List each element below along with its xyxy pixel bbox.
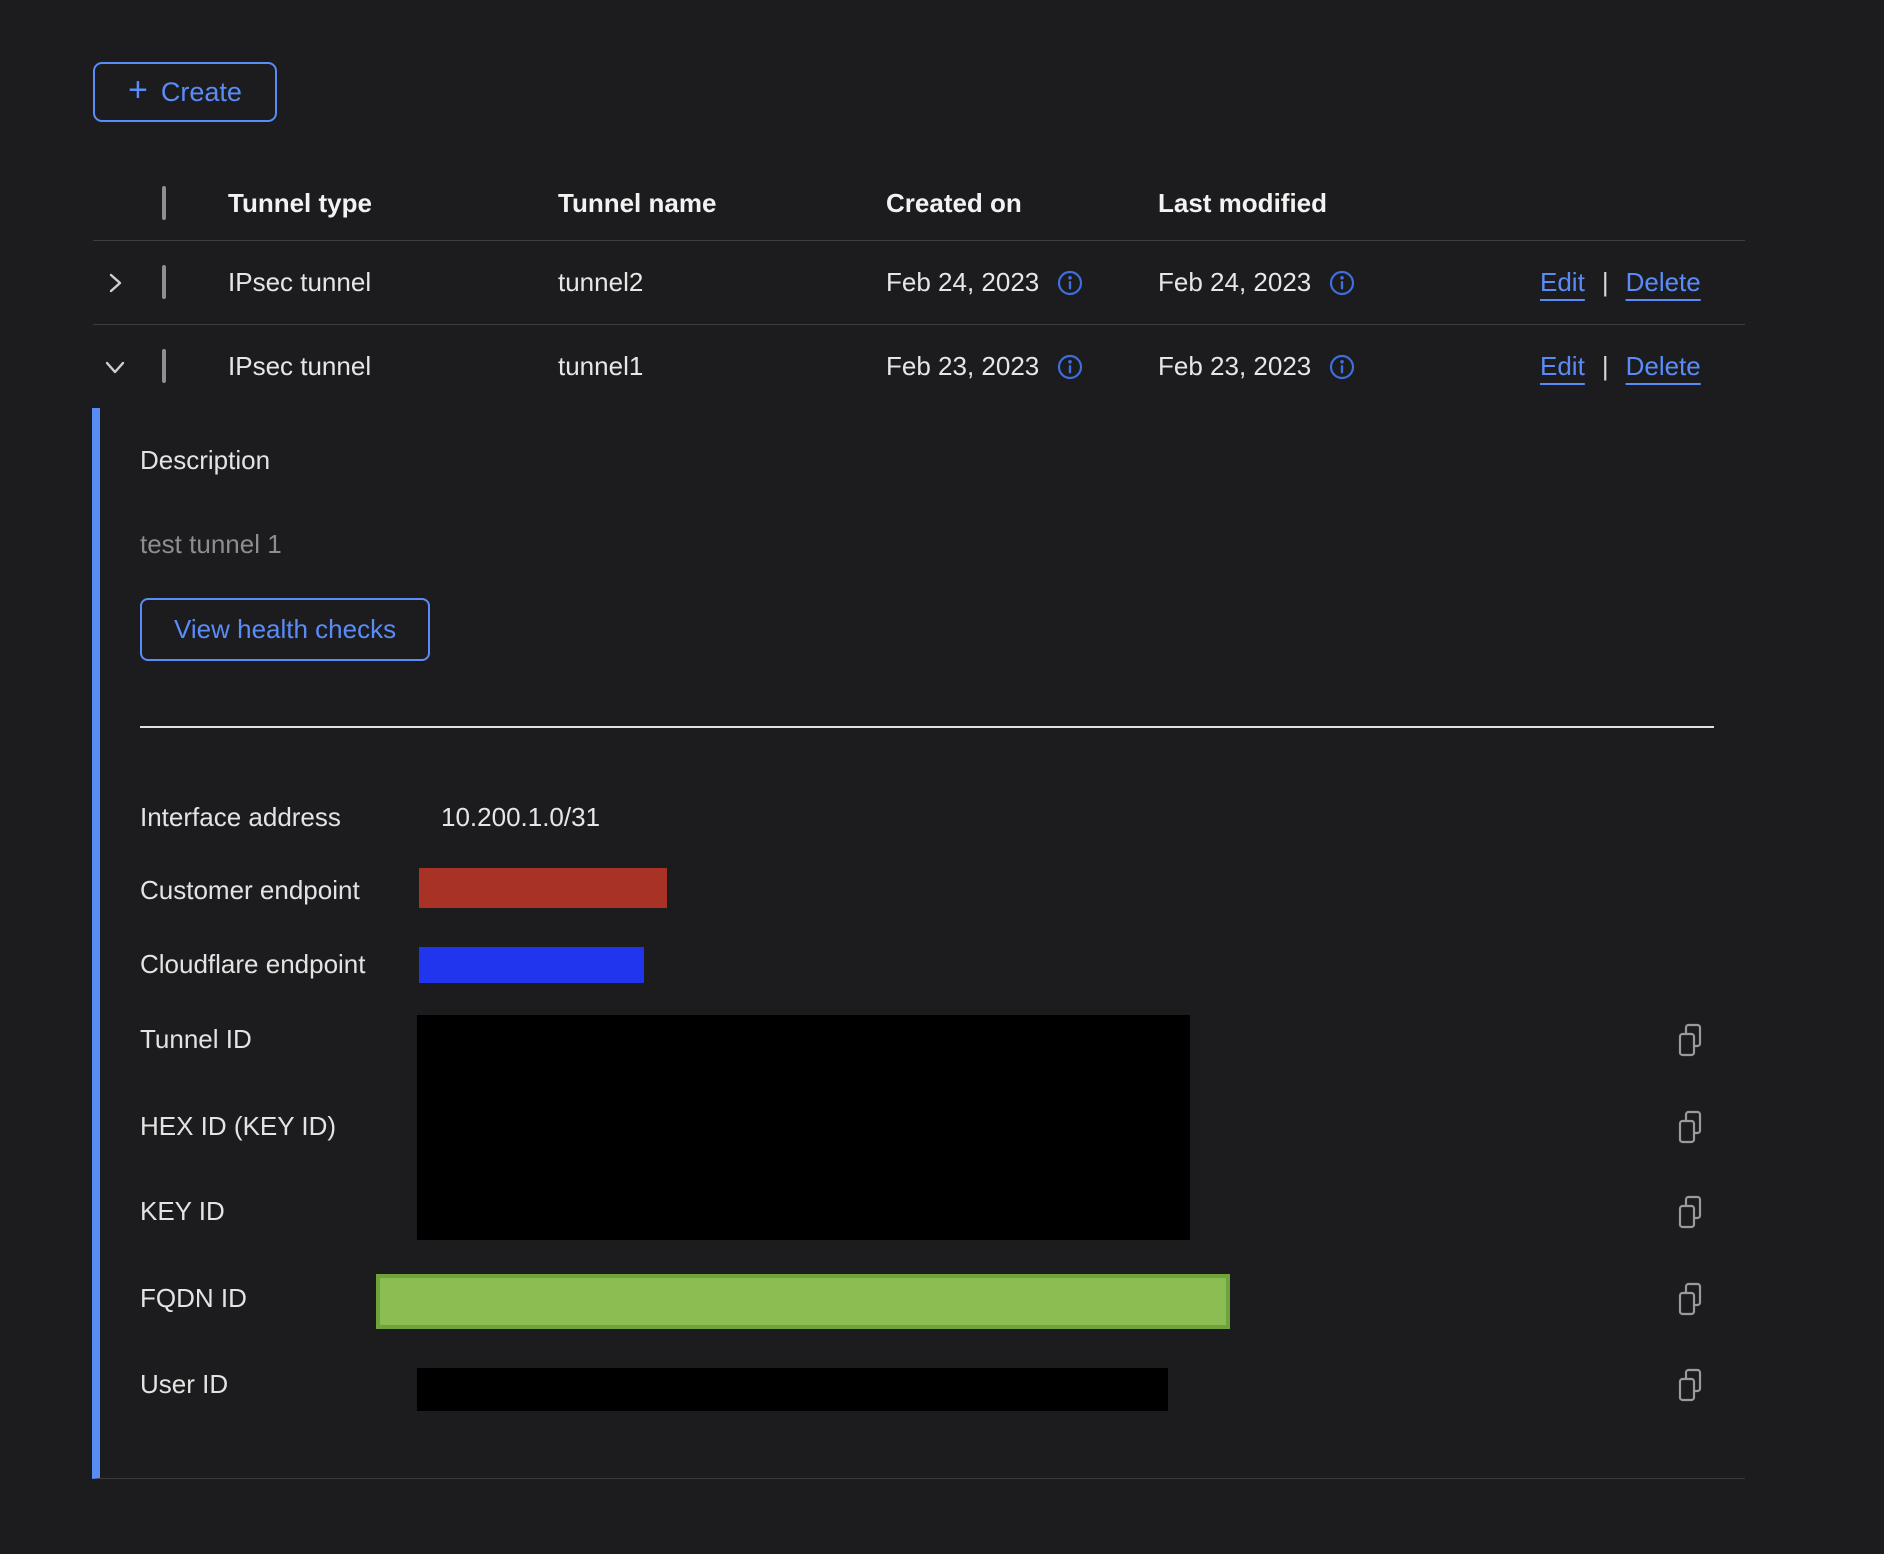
ids-redaction-block (417, 1015, 1190, 1240)
copy-icon (1675, 1282, 1705, 1316)
interface-address-value: 10.200.1.0/31 (441, 802, 600, 832)
plus-icon: + (128, 73, 148, 107)
tunnel-name-cell: tunnel1 (558, 351, 886, 382)
row-checkbox[interactable] (162, 265, 166, 299)
collapse-row-button[interactable] (104, 356, 126, 378)
last-modified-cell: Feb 24, 2023 (1158, 267, 1311, 298)
cloudflare-endpoint-label: Cloudflare endpoint (140, 949, 366, 979)
actions-separator: | (1602, 351, 1609, 382)
tunnel-details-panel: Description test tunnel 1 View health ch… (92, 408, 1745, 1479)
chevron-right-icon (104, 272, 126, 294)
hex-id-label: HEX ID (KEY ID) (140, 1111, 336, 1141)
edit-link[interactable]: Edit (1540, 351, 1585, 382)
row-checkbox[interactable] (162, 349, 166, 383)
tunnel-type-cell: IPsec tunnel (228, 267, 558, 298)
info-icon[interactable] (1057, 270, 1083, 296)
copy-hex-id-button[interactable] (1675, 1110, 1705, 1144)
delete-link[interactable]: Delete (1626, 351, 1701, 382)
tunnel-type-cell: IPsec tunnel (228, 351, 558, 382)
info-icon[interactable] (1057, 354, 1083, 380)
copy-icon (1675, 1110, 1705, 1144)
customer-endpoint-label: Customer endpoint (140, 875, 360, 905)
copy-icon (1675, 1368, 1705, 1402)
chevron-down-icon (104, 356, 126, 378)
user-id-redaction (417, 1368, 1168, 1411)
actions-separator: | (1602, 267, 1609, 298)
last-modified-cell: Feb 23, 2023 (1158, 351, 1311, 382)
expand-row-button[interactable] (104, 272, 126, 294)
view-health-checks-button[interactable]: View health checks (140, 598, 430, 661)
create-button-label: Create (161, 77, 242, 108)
copy-fqdn-id-button[interactable] (1675, 1282, 1705, 1316)
table-row: IPsec tunnel tunnel2 Feb 24, 2023 Feb 24… (93, 240, 1745, 324)
section-divider (140, 726, 1714, 728)
header-created-on: Created on (886, 188, 1158, 219)
header-tunnel-name: Tunnel name (558, 188, 886, 219)
key-id-label: KEY ID (140, 1196, 225, 1226)
copy-user-id-button[interactable] (1675, 1368, 1705, 1402)
description-label: Description (140, 445, 270, 475)
interface-address-label: Interface address (140, 802, 341, 832)
fqdn-id-label: FQDN ID (140, 1283, 247, 1313)
copy-icon (1675, 1023, 1705, 1057)
copy-icon (1675, 1195, 1705, 1229)
info-icon[interactable] (1329, 354, 1355, 380)
delete-link[interactable]: Delete (1626, 267, 1701, 298)
tunnels-table: Tunnel type Tunnel name Created on Last … (93, 166, 1745, 408)
table-row: IPsec tunnel tunnel1 Feb 23, 2023 Feb 23… (93, 324, 1745, 408)
header-last-modified: Last modified (1158, 188, 1540, 219)
header-tunnel-type: Tunnel type (228, 188, 558, 219)
description-value: test tunnel 1 (140, 529, 282, 559)
table-header-row: Tunnel type Tunnel name Created on Last … (93, 166, 1745, 240)
cloudflare-endpoint-redaction (419, 947, 644, 983)
tunnel-id-label: Tunnel ID (140, 1024, 252, 1054)
created-on-cell: Feb 23, 2023 (886, 351, 1039, 382)
select-all-checkbox[interactable] (162, 186, 166, 220)
info-icon[interactable] (1329, 270, 1355, 296)
created-on-cell: Feb 24, 2023 (886, 267, 1039, 298)
user-id-label: User ID (140, 1369, 228, 1399)
create-button[interactable]: + Create (93, 62, 277, 122)
edit-link[interactable]: Edit (1540, 267, 1585, 298)
customer-endpoint-redaction (419, 868, 667, 908)
copy-key-id-button[interactable] (1675, 1195, 1705, 1229)
tunnel-name-cell: tunnel2 (558, 267, 886, 298)
copy-tunnel-id-button[interactable] (1675, 1023, 1705, 1057)
fqdn-id-redaction (376, 1274, 1230, 1329)
